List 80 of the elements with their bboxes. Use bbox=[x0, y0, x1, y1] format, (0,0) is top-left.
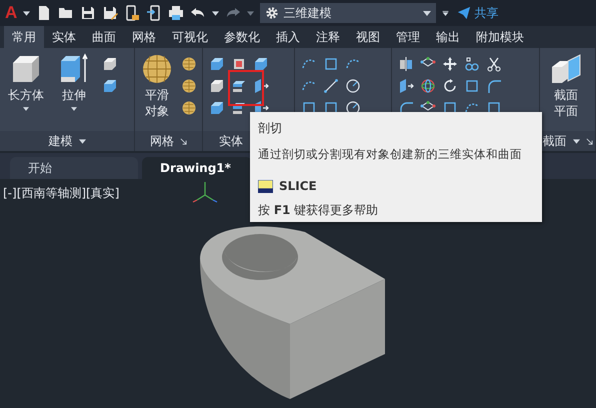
slice-icon[interactable] bbox=[231, 100, 247, 116]
ribbon-large-button[interactable]: 截面平面 bbox=[543, 53, 589, 131]
save-icon[interactable] bbox=[80, 5, 96, 21]
workspace-value: 三维建模 bbox=[283, 4, 332, 22]
cube-icon[interactable] bbox=[253, 56, 269, 72]
panel-title: 建模 bbox=[48, 132, 72, 150]
document-tab[interactable]: 开始 bbox=[10, 157, 138, 179]
dialog-launcher-icon[interactable] bbox=[180, 138, 187, 144]
cube-icon[interactable] bbox=[209, 56, 225, 72]
command-window-icon bbox=[258, 180, 273, 192]
move-icon[interactable] bbox=[442, 56, 458, 72]
extrude-face-icon[interactable] bbox=[398, 78, 414, 94]
ribbon-tab[interactable]: 插入 bbox=[268, 26, 308, 48]
rings-icon[interactable] bbox=[464, 56, 480, 72]
tooltip-title: 剖切 bbox=[258, 120, 283, 137]
ribbon-tab[interactable]: 输出 bbox=[428, 26, 468, 48]
rotate-gizmo-icon[interactable] bbox=[420, 78, 436, 94]
dialog-launcher-icon[interactable] bbox=[586, 138, 592, 144]
cube-icon[interactable] bbox=[102, 56, 118, 72]
panel-title: 实体 bbox=[219, 132, 243, 150]
cube-icon[interactable] bbox=[209, 100, 225, 116]
settings-icon bbox=[265, 6, 280, 20]
ribbon-large-button[interactable]: 长方体 bbox=[3, 53, 49, 131]
ribbon-tab[interactable]: 曲面 bbox=[84, 26, 124, 48]
square-icon[interactable] bbox=[464, 78, 480, 94]
globe-icon[interactable] bbox=[181, 78, 197, 94]
caret-icon[interactable] bbox=[212, 10, 220, 16]
slice-icon[interactable] bbox=[231, 78, 247, 94]
phone-folder-icon[interactable] bbox=[124, 5, 140, 21]
ucs-icon bbox=[192, 181, 218, 203]
help-hint: 按 F1 键获得更多帮助 bbox=[258, 202, 380, 219]
caret-icon[interactable] bbox=[78, 138, 86, 144]
ribbon-large-button[interactable]: 拉伸 bbox=[51, 53, 97, 131]
caret-icon bbox=[23, 106, 29, 111]
ribbon-tab[interactable]: 参数化 bbox=[216, 26, 268, 48]
box-icon[interactable] bbox=[231, 56, 247, 72]
caret-icon bbox=[71, 106, 77, 111]
tooltip-description: 通过剖切或分割现有对象创建新的三维实体和曲面 bbox=[258, 147, 523, 162]
globe-icon[interactable] bbox=[181, 56, 197, 72]
viewport-label[interactable]: [-][西南等轴测][真实] bbox=[3, 185, 120, 202]
save-as-icon[interactable] bbox=[102, 5, 118, 21]
ribbon-tab[interactable]: 可视化 bbox=[164, 26, 216, 48]
fillet-icon[interactable] bbox=[486, 78, 502, 94]
folder-icon[interactable] bbox=[58, 5, 74, 21]
document-tab[interactable]: Drawing1* bbox=[142, 157, 252, 179]
line-icon[interactable] bbox=[323, 78, 339, 94]
caret-icon bbox=[423, 10, 432, 16]
share-button[interactable]: 共享 bbox=[455, 4, 500, 22]
ribbon-tab[interactable]: 管理 bbox=[388, 26, 428, 48]
ribbon-large-button[interactable]: 平滑对象 bbox=[138, 53, 176, 131]
scissors-icon[interactable] bbox=[486, 56, 502, 72]
paper-plane-icon bbox=[457, 6, 472, 20]
square-icon[interactable] bbox=[323, 56, 339, 72]
caret-icon[interactable] bbox=[572, 138, 580, 144]
ribbon-tab[interactable]: 实体 bbox=[44, 26, 84, 48]
box-icon bbox=[10, 53, 42, 85]
rotate-icon[interactable] bbox=[442, 78, 458, 94]
sphere-icon bbox=[141, 53, 173, 85]
caret-icon[interactable] bbox=[23, 10, 30, 16]
cube-icon[interactable] bbox=[102, 78, 118, 94]
extrude-icon bbox=[58, 53, 90, 85]
command-name: SLICE bbox=[279, 179, 317, 193]
mirror-icon[interactable] bbox=[398, 56, 414, 72]
ribbon-tab[interactable]: 视图 bbox=[348, 26, 388, 48]
circle-icon[interactable] bbox=[345, 78, 361, 94]
section-plane-icon bbox=[550, 53, 582, 85]
print-icon[interactable] bbox=[168, 5, 184, 21]
panel-title: 截面 bbox=[542, 132, 566, 150]
workspace-dropdown[interactable]: 三维建模 bbox=[260, 3, 436, 23]
ribbon-tab[interactable]: 附加模块 bbox=[468, 26, 532, 48]
globe-icon[interactable] bbox=[181, 100, 197, 116]
ribbon-tab[interactable]: 注释 bbox=[308, 26, 348, 48]
import-icon[interactable] bbox=[146, 5, 162, 21]
ribbon-tab[interactable]: 常用 bbox=[4, 26, 44, 48]
panel-title: 网格 bbox=[150, 132, 174, 150]
customize-icon[interactable] bbox=[442, 10, 450, 16]
ribbon-tab[interactable]: 网格 bbox=[124, 26, 164, 48]
extrude-face-icon[interactable] bbox=[253, 78, 269, 94]
cube-icon[interactable] bbox=[209, 78, 225, 94]
highlight-frame bbox=[228, 70, 264, 106]
